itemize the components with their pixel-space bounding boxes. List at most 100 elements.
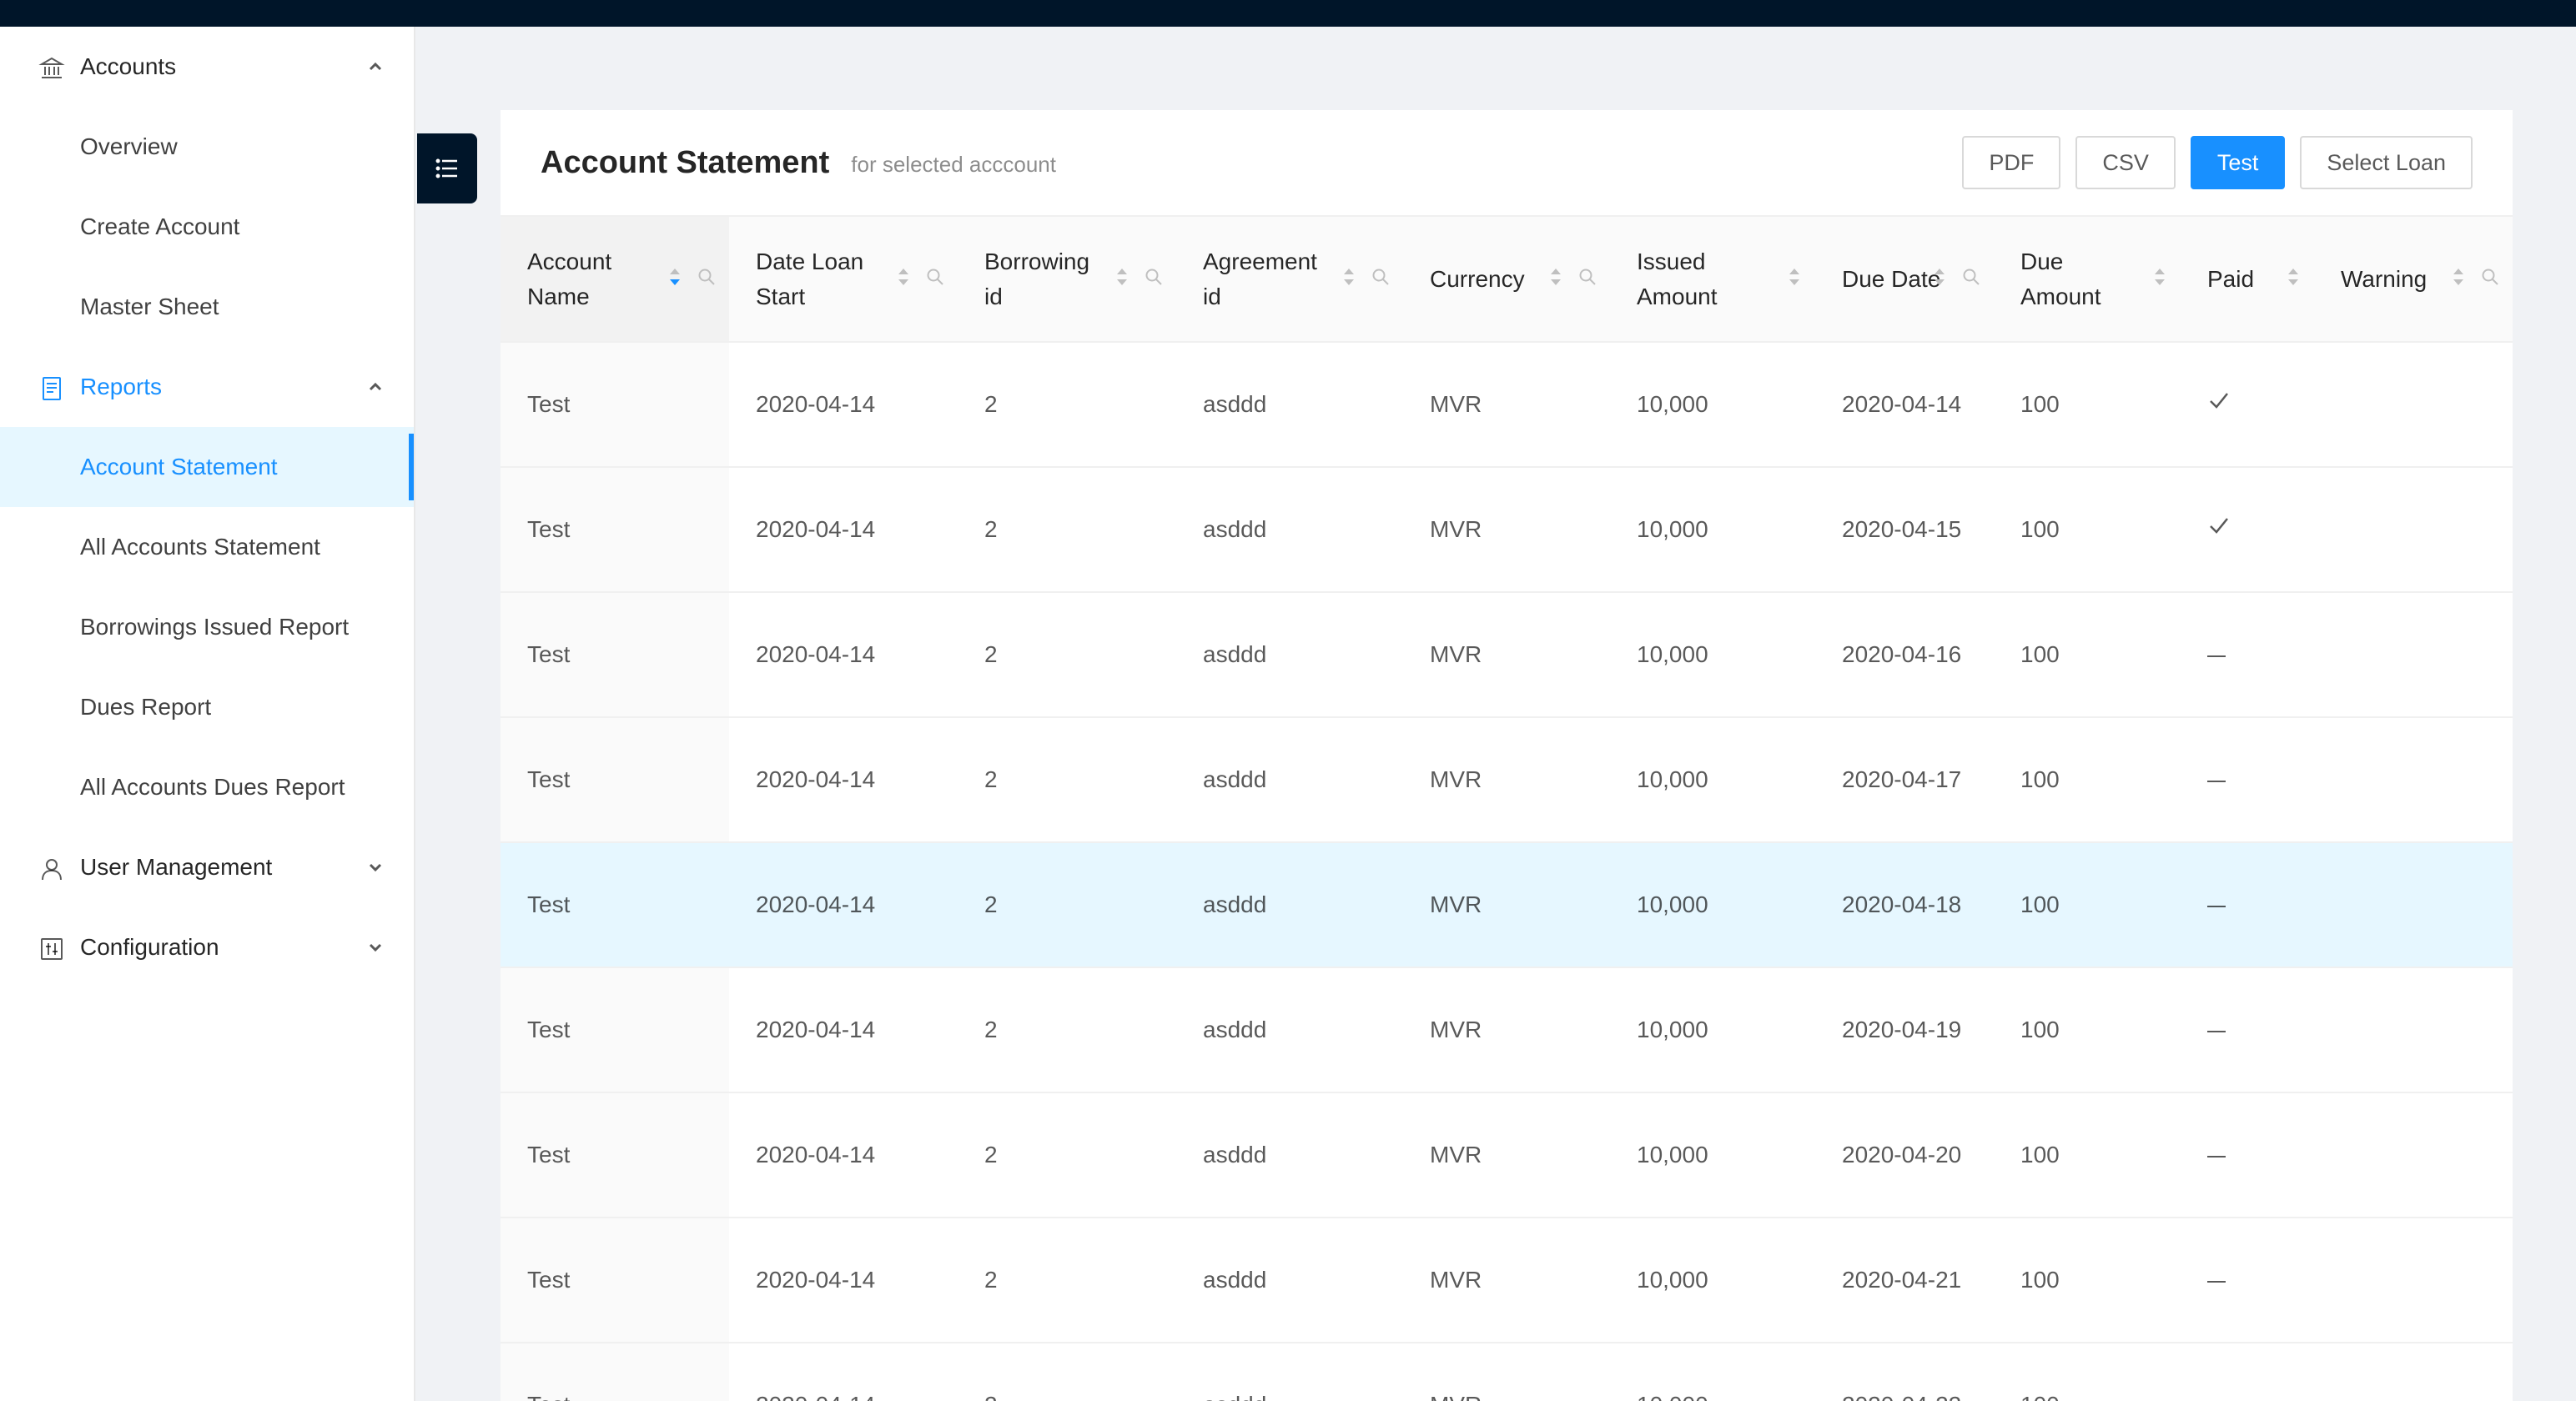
sort-icon[interactable] — [1548, 265, 1563, 289]
cell-date-loan-start: 2020-04-14 — [729, 592, 958, 718]
sort-icon[interactable] — [1341, 265, 1356, 289]
table-row[interactable]: Test 2020-04-14 2 asddd MVR 10,000 2020-04-16 1… — [501, 592, 2513, 718]
cell-currency: MVR — [1403, 467, 1610, 593]
sort-icon[interactable] — [2451, 265, 2466, 289]
cell-warning — [2314, 592, 2513, 718]
menu-group-configuration[interactable]: Configuration — [0, 907, 414, 987]
cell-paid — [2181, 342, 2314, 468]
column-header[interactable]: Due Amount — [1994, 217, 2181, 343]
sidebar-item-create-account[interactable]: Create Account — [0, 187, 414, 267]
column-header-label: Due Amount — [2020, 248, 2101, 309]
column-header[interactable]: Warning — [2314, 217, 2513, 343]
sidebar-item-label: All Accounts Dues Report — [80, 774, 345, 800]
column-tools — [1341, 265, 1390, 289]
sidebar-item-all-accounts-statement[interactable]: All Accounts Statement — [0, 507, 414, 587]
sidebar-item-account-statement[interactable]: Account Statement — [0, 427, 414, 507]
column-header[interactable]: Due Date — [1815, 217, 1994, 343]
select-loan-button[interactable]: Select Loan — [2300, 136, 2473, 189]
table-row[interactable]: Test 2020-04-14 2 asddd MVR 10,000 2020-04-19 1… — [501, 967, 2513, 1093]
cell-text: 100 — [2020, 516, 2060, 542]
cell-text: 2020-04-19 — [1842, 1017, 1962, 1042]
menu-group-user-management[interactable]: User Management — [0, 827, 414, 907]
cell-account-name: Test — [501, 592, 729, 718]
column-header-label: Warning — [2341, 265, 2428, 292]
sidebar-item-overview[interactable]: Overview — [0, 107, 414, 187]
chevron-up-icon — [369, 382, 382, 391]
search-icon[interactable] — [2481, 268, 2499, 286]
search-icon[interactable] — [1371, 268, 1390, 286]
column-header[interactable]: Borrowing id — [958, 217, 1176, 343]
search-icon[interactable] — [1578, 268, 1597, 286]
sort-icon[interactable] — [667, 265, 682, 289]
check-icon — [2210, 393, 2228, 409]
cell-text: MVR — [1430, 516, 1482, 542]
cell-due-date: 2020-04-18 — [1815, 842, 1994, 968]
sort-icon[interactable] — [2286, 265, 2301, 289]
search-icon[interactable] — [1145, 268, 1163, 286]
column-header[interactable]: Paid — [2181, 217, 2314, 343]
cell-due-amount: 100 — [1994, 717, 2181, 843]
cell-warning — [2314, 1343, 2513, 1401]
cell-text: Test — [527, 391, 571, 417]
pdf-button[interactable]: PDF — [1962, 136, 2061, 189]
column-header[interactable]: Issued Amount — [1610, 217, 1815, 343]
cell-text: Test — [527, 1267, 571, 1293]
sidebar-item-label: Overview — [80, 133, 178, 159]
table-row[interactable]: Test 2020-04-14 2 asddd MVR 10,000 2020-04-21 1… — [501, 1218, 2513, 1343]
sort-icon[interactable] — [1932, 265, 1947, 289]
sort-icon[interactable] — [1787, 265, 1802, 289]
cell-date-loan-start: 2020-04-14 — [729, 342, 958, 468]
cell-text: Test — [527, 516, 571, 542]
search-icon[interactable] — [697, 268, 716, 286]
cell-text: 10,000 — [1637, 766, 1708, 792]
cell-date-loan-start: 2020-04-14 — [729, 1218, 958, 1343]
test-button[interactable]: Test — [2190, 136, 2286, 189]
table-row[interactable]: Test 2020-04-14 2 asddd MVR 10,000 2020-04-20 1… — [501, 1092, 2513, 1218]
cell-text: 2020-04-14 — [756, 391, 876, 417]
search-icon[interactable] — [1962, 268, 1980, 286]
sort-icon[interactable] — [896, 265, 911, 289]
sidebar-toggle-button[interactable] — [417, 133, 477, 203]
sidebar-item-master-sheet[interactable]: Master Sheet — [0, 267, 414, 347]
cell-agreement-id: asddd — [1176, 967, 1403, 1093]
dash-icon — [2207, 1280, 2226, 1283]
table-row[interactable]: Test 2020-04-14 2 asddd MVR 10,000 2020-04-18 1… — [501, 842, 2513, 968]
table-row[interactable]: Test 2020-04-14 2 asddd MVR 10,000 2020-04-14 1… — [501, 342, 2513, 468]
cell-currency: MVR — [1403, 717, 1610, 843]
menu-group-accounts[interactable]: Accounts — [0, 27, 414, 107]
column-tools — [667, 265, 716, 289]
table-row[interactable]: Test 2020-04-14 2 asddd MVR 10,000 2020-04-15 1… — [501, 467, 2513, 593]
sidebar-item-all-accounts-dues-report[interactable]: All Accounts Dues Report — [0, 747, 414, 827]
sidebar-item-borrowings-issued-report[interactable]: Borrowings Issued Report — [0, 587, 414, 667]
column-header[interactable]: Agreement id — [1176, 217, 1403, 343]
cell-text: asddd — [1203, 516, 1267, 542]
cell-text: 2020-04-14 — [756, 641, 876, 667]
menu-group-label: Reports — [80, 374, 163, 399]
column-header[interactable]: Account Name — [501, 217, 729, 343]
table-row[interactable]: Test 2020-04-14 2 asddd MVR 10,000 2020-04-17 1… — [501, 717, 2513, 843]
menu-group-label: Configuration — [80, 934, 219, 960]
cell-text: 2020-04-16 — [1842, 641, 1962, 667]
cell-borrowing-id: 2 — [958, 467, 1176, 593]
menu-group-reports[interactable]: Reports — [0, 347, 414, 427]
cell-text: 2 — [984, 891, 998, 917]
column-tools — [1548, 265, 1597, 289]
table-row[interactable]: Test 2020-04-14 2 asddd MVR 10,000 2020-04-22 1… — [501, 1343, 2513, 1401]
cell-text: 100 — [2020, 641, 2060, 667]
sidebar-item-dues-report[interactable]: Dues Report — [0, 667, 414, 747]
sort-icon[interactable] — [2152, 265, 2167, 289]
cell-due-date: 2020-04-22 — [1815, 1343, 1994, 1401]
cell-warning — [2314, 1092, 2513, 1218]
page-title: Account Statement — [541, 144, 830, 180]
csv-button[interactable]: CSV — [2075, 136, 2176, 189]
cell-paid — [2181, 467, 2314, 593]
column-header[interactable]: Currency — [1403, 217, 1610, 343]
cell-text: 10,000 — [1637, 516, 1708, 542]
search-icon[interactable] — [926, 268, 944, 286]
menu-unfold-icon — [435, 158, 457, 178]
sidebar-item-label: Create Account — [80, 213, 240, 239]
column-header-label: Currency — [1430, 265, 1525, 292]
sort-icon[interactable] — [1114, 265, 1130, 289]
column-header[interactable]: Date Loan Start — [729, 217, 958, 343]
cell-text: Test — [527, 1142, 571, 1168]
